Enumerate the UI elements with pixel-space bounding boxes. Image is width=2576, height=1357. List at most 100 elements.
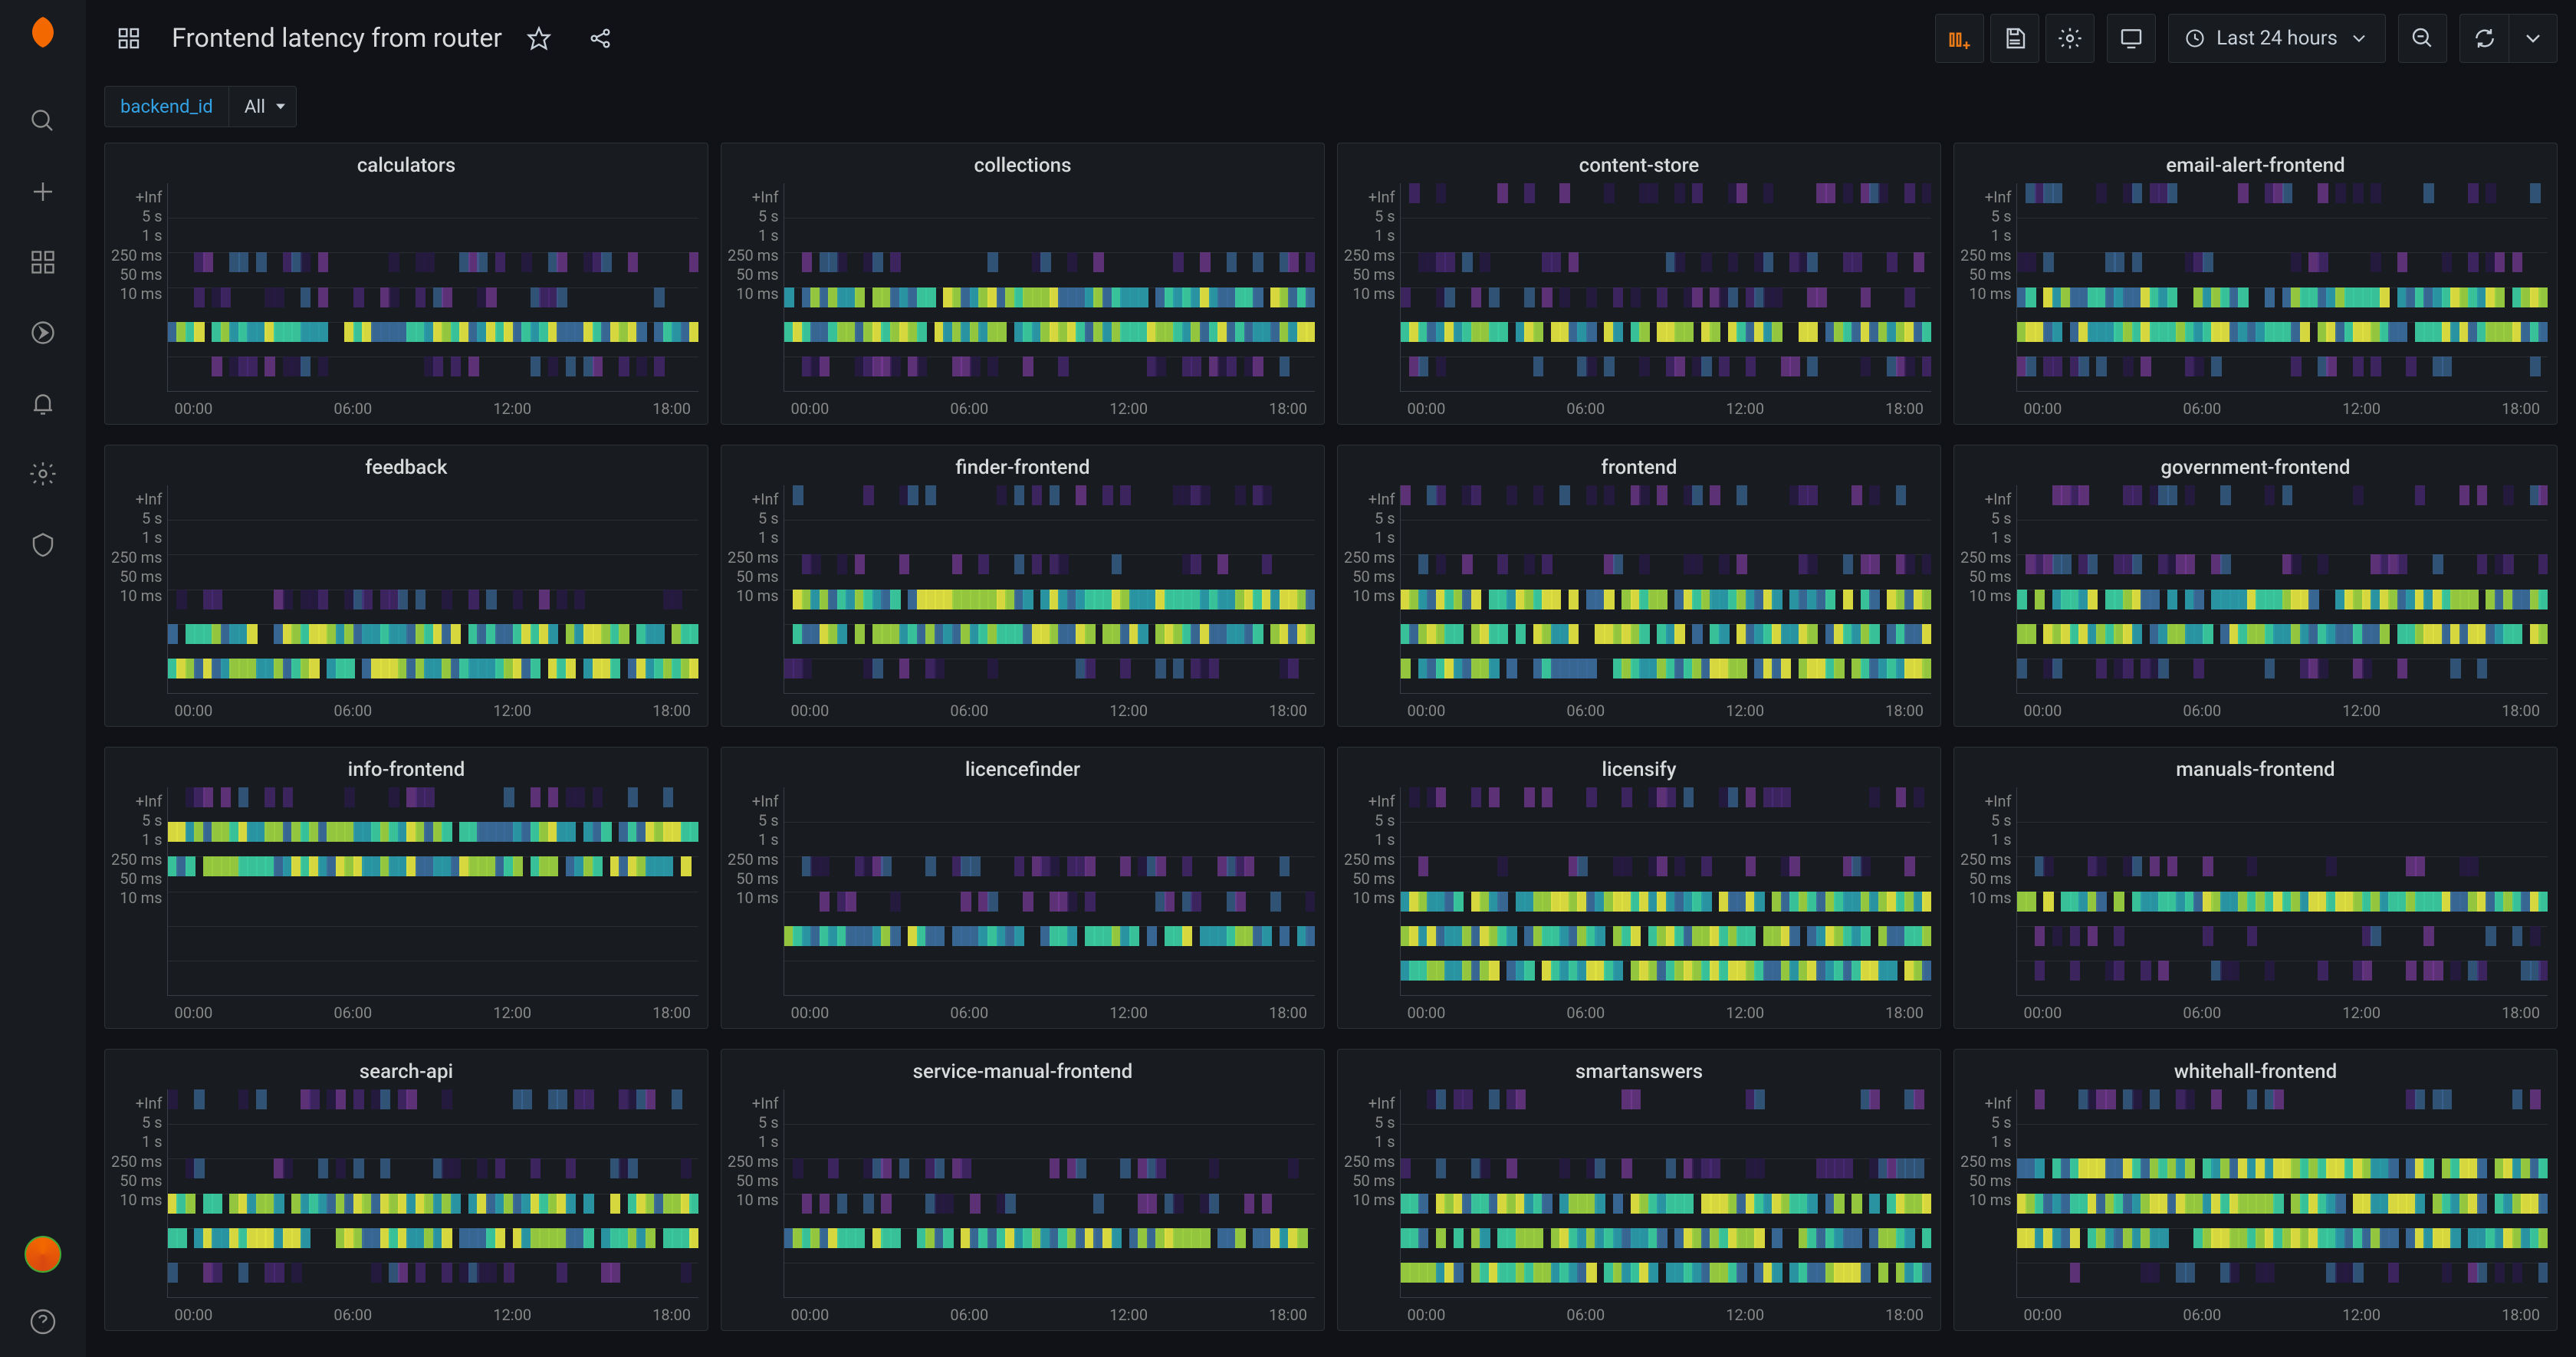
dashboards-icon[interactable] [21,241,64,284]
x-tick: 06:00 [1566,399,1605,418]
heatmap-plot[interactable] [2016,183,2548,392]
panel[interactable]: licensify+Inf5 s1 s250 ms50 ms10 ms00:00… [1337,747,1941,1029]
panel[interactable]: whitehall-frontend+Inf5 s1 s250 ms50 ms1… [1953,1049,2558,1331]
y-tick: +Inf [1985,490,2012,508]
avatar[interactable] [25,1236,61,1273]
heatmap-plot[interactable] [1400,485,1931,694]
panel-title: licencefinder [721,748,1324,787]
refresh-button[interactable] [2459,14,2509,63]
panel-title: government-frontend [1954,445,2557,485]
panel[interactable]: calculators+Inf5 s1 s250 ms50 ms10 ms00:… [104,143,708,425]
variable-value-dropdown[interactable]: All [229,86,297,127]
y-tick: 50 ms [736,265,778,284]
y-axis: +Inf5 s1 s250 ms50 ms10 ms [1960,485,2016,605]
heatmap-plot[interactable] [167,485,698,694]
y-axis: +Inf5 s1 s250 ms50 ms10 ms [111,787,167,907]
heatmap-plot[interactable] [2016,485,2548,694]
y-tick: 5 s [1991,1113,2012,1132]
server-admin-icon[interactable] [21,523,64,566]
y-axis: +Inf5 s1 s250 ms50 ms10 ms [728,787,784,907]
dashboard-grid-icon[interactable] [104,14,153,63]
heatmap-plot[interactable] [167,787,698,996]
star-icon[interactable] [514,14,564,63]
y-tick: 50 ms [1352,265,1395,284]
heatmap-plot[interactable] [784,485,1315,694]
panel[interactable]: smartanswers+Inf5 s1 s250 ms50 ms10 ms00… [1337,1049,1941,1331]
x-tick: 18:00 [1269,1004,1307,1022]
y-tick: 10 ms [736,284,778,303]
x-tick: 12:00 [493,399,531,418]
x-tick: 00:00 [2024,1004,2062,1022]
panel[interactable]: frontend+Inf5 s1 s250 ms50 ms10 ms00:000… [1337,445,1941,727]
bar-chart-plus-icon: ⫾⫾₊ [1948,25,1970,51]
share-icon[interactable] [576,14,625,63]
time-range-picker[interactable]: Last 24 hours [2168,14,2386,63]
heatmap-plot[interactable] [1400,183,1931,392]
x-tick: 18:00 [652,702,691,720]
heatmap-plot[interactable] [784,787,1315,996]
y-tick: 1 s [142,226,163,245]
x-tick: 06:00 [1566,1306,1605,1324]
heatmap-plot[interactable] [1400,1089,1931,1298]
y-tick: 250 ms [1344,246,1395,264]
y-tick: 250 ms [1344,548,1395,567]
add-panel-button[interactable]: ⫾⫾₊ [1935,14,1984,63]
y-tick: 5 s [1991,811,2012,830]
explore-icon[interactable] [21,311,64,354]
x-tick: 18:00 [1269,702,1307,720]
y-tick: 10 ms [1352,586,1395,605]
alerting-icon[interactable] [21,382,64,425]
refresh-interval-dropdown[interactable] [2509,14,2558,63]
x-tick: 18:00 [1885,399,1924,418]
x-tick: 06:00 [2183,1004,2221,1022]
y-tick: 50 ms [736,1171,778,1190]
y-axis: +Inf5 s1 s250 ms50 ms10 ms [728,1089,784,1209]
heatmap-plot[interactable] [2016,787,2548,996]
tv-mode-button[interactable] [2107,14,2156,63]
panel[interactable]: feedback+Inf5 s1 s250 ms50 ms10 ms00:000… [104,445,708,727]
x-tick: 12:00 [2342,1004,2380,1022]
settings-button[interactable] [2045,14,2095,63]
save-button[interactable] [1990,14,2039,63]
heatmap-plot[interactable] [784,183,1315,392]
heatmap-plot[interactable] [167,183,698,392]
topbar: Frontend latency from router ⫾⫾₊ Last 24… [86,0,2576,77]
panel[interactable]: government-frontend+Inf5 s1 s250 ms50 ms… [1953,445,2558,727]
panel[interactable]: collections+Inf5 s1 s250 ms50 ms10 ms00:… [721,143,1325,425]
variable-label: backend_id [104,86,229,127]
y-tick: +Inf [136,188,163,206]
y-tick: 250 ms [111,548,163,567]
configuration-icon[interactable] [21,452,64,495]
panel[interactable]: content-store+Inf5 s1 s250 ms50 ms10 ms0… [1337,143,1941,425]
panel[interactable]: licencefinder+Inf5 s1 s250 ms50 ms10 ms0… [721,747,1325,1029]
panel[interactable]: finder-frontend+Inf5 s1 s250 ms50 ms10 m… [721,445,1325,727]
x-axis: 00:0006:0012:0018:00 [784,694,1315,720]
grafana-logo[interactable] [20,9,66,55]
panel[interactable]: search-api+Inf5 s1 s250 ms50 ms10 ms00:0… [104,1049,708,1331]
x-tick: 06:00 [950,1306,988,1324]
panel-title: finder-frontend [721,445,1324,485]
panel[interactable]: email-alert-frontend+Inf5 s1 s250 ms50 m… [1953,143,2558,425]
heatmap-plot[interactable] [167,1089,698,1298]
y-tick: +Inf [136,792,163,810]
panel-title: calculators [105,143,708,183]
help-icon[interactable] [21,1300,64,1343]
y-axis: +Inf5 s1 s250 ms50 ms10 ms [111,1089,167,1209]
heatmap-plot[interactable] [2016,1089,2548,1298]
x-tick: 00:00 [1408,399,1446,418]
panel[interactable]: service-manual-frontend+Inf5 s1 s250 ms5… [721,1049,1325,1331]
y-tick: 10 ms [1969,889,2011,907]
heatmap-plot[interactable] [784,1089,1315,1298]
x-axis: 00:0006:0012:0018:00 [2016,996,2548,1022]
panel[interactable]: manuals-frontend+Inf5 s1 s250 ms50 ms10 … [1953,747,2558,1029]
search-icon[interactable] [21,100,64,143]
panel-title: feedback [105,445,708,485]
y-tick: 50 ms [1969,567,2011,586]
x-tick: 12:00 [1109,399,1148,418]
y-tick: 1 s [1375,830,1395,849]
heatmap-plot[interactable] [1400,787,1931,996]
panel[interactable]: info-frontend+Inf5 s1 s250 ms50 ms10 ms0… [104,747,708,1029]
plus-icon[interactable] [21,170,64,213]
zoom-out-button[interactable] [2398,14,2447,63]
sidebar [0,0,86,1357]
